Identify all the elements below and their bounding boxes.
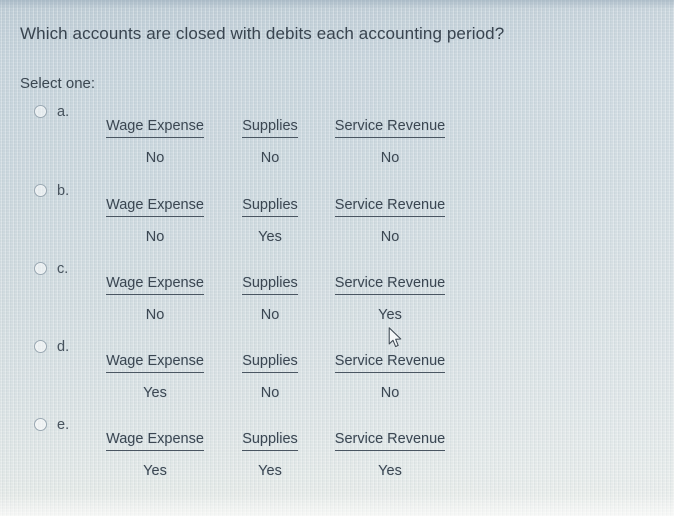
column-header-supplies: Supplies [220, 430, 320, 451]
option-a-header-row: Wage Expense Supplies Service Revenue [90, 117, 460, 138]
option-letter-b: b. [57, 183, 70, 199]
value-service-revenue: Yes [378, 307, 402, 323]
option-b-header-row: Wage Expense Supplies Service Revenue [90, 196, 460, 217]
value-wage-expense: No [145, 150, 165, 166]
quiz-content: Which accounts are closed with debits ea… [0, 0, 674, 516]
answer-option-c[interactable]: c. Wage Expense Supplies Service Revenue… [0, 258, 674, 332]
option-b-value-row: No Yes No [90, 228, 460, 247]
quiz-screen-photo: Which accounts are closed with debits ea… [0, 0, 674, 516]
value-wage-expense: No [145, 229, 165, 245]
column-header-service-revenue: Service Revenue [320, 430, 460, 451]
option-d-value-row: Yes No No [90, 384, 460, 403]
option-a-value-row: No No No [90, 149, 460, 168]
answer-option-a[interactable]: a. Wage Expense Supplies Service Revenue… [0, 101, 674, 175]
option-d-table: Wage Expense Supplies Service Revenue Ye… [90, 352, 460, 403]
column-header-wage-expense: Wage Expense [90, 196, 220, 217]
value-service-revenue: Yes [378, 463, 402, 479]
value-supplies: No [260, 307, 280, 323]
column-header-wage-expense: Wage Expense [90, 352, 220, 373]
option-letter-a: a. [57, 104, 70, 120]
column-header-supplies: Supplies [220, 274, 320, 295]
radio-button-a[interactable] [34, 105, 47, 118]
column-header-wage-expense: Wage Expense [90, 274, 220, 295]
answer-option-b[interactable]: b. Wage Expense Supplies Service Revenue… [0, 180, 674, 254]
column-header-service-revenue: Service Revenue [320, 196, 460, 217]
select-one-label: Select one: [20, 75, 96, 92]
column-header-wage-expense: Wage Expense [90, 117, 220, 138]
column-header-supplies: Supplies [220, 117, 320, 138]
radio-button-b[interactable] [34, 184, 47, 197]
answer-option-d[interactable]: d. Wage Expense Supplies Service Revenue… [0, 336, 674, 410]
value-service-revenue: No [380, 150, 400, 166]
column-header-supplies: Supplies [220, 352, 320, 373]
option-letter-d: d. [57, 339, 70, 355]
value-supplies: Yes [258, 229, 282, 245]
answer-option-e[interactable]: e. Wage Expense Supplies Service Revenue… [0, 414, 674, 488]
radio-button-e[interactable] [34, 418, 47, 431]
option-e-table: Wage Expense Supplies Service Revenue Ye… [90, 430, 460, 481]
option-letter-c: c. [57, 261, 69, 277]
value-wage-expense: Yes [143, 463, 167, 479]
question-text: Which accounts are closed with debits ea… [20, 24, 505, 43]
value-supplies: No [260, 385, 280, 401]
radio-button-d[interactable] [34, 340, 47, 353]
value-wage-expense: No [145, 307, 165, 323]
option-a-table: Wage Expense Supplies Service Revenue No… [90, 117, 460, 168]
value-supplies: Yes [258, 463, 282, 479]
option-c-table: Wage Expense Supplies Service Revenue No… [90, 274, 460, 325]
option-b-table: Wage Expense Supplies Service Revenue No… [90, 196, 460, 247]
radio-button-c[interactable] [34, 262, 47, 275]
option-c-value-row: No No Yes [90, 306, 460, 325]
column-header-service-revenue: Service Revenue [320, 352, 460, 373]
option-e-header-row: Wage Expense Supplies Service Revenue [90, 430, 460, 451]
option-c-header-row: Wage Expense Supplies Service Revenue [90, 274, 460, 295]
column-header-supplies: Supplies [220, 196, 320, 217]
column-header-service-revenue: Service Revenue [320, 117, 460, 138]
column-header-wage-expense: Wage Expense [90, 430, 220, 451]
option-e-value-row: Yes Yes Yes [90, 462, 460, 481]
value-supplies: No [260, 150, 280, 166]
value-service-revenue: No [380, 229, 400, 245]
value-service-revenue: No [380, 385, 400, 401]
option-letter-e: e. [57, 417, 70, 433]
option-d-header-row: Wage Expense Supplies Service Revenue [90, 352, 460, 373]
column-header-service-revenue: Service Revenue [320, 274, 460, 295]
value-wage-expense: Yes [143, 385, 167, 401]
